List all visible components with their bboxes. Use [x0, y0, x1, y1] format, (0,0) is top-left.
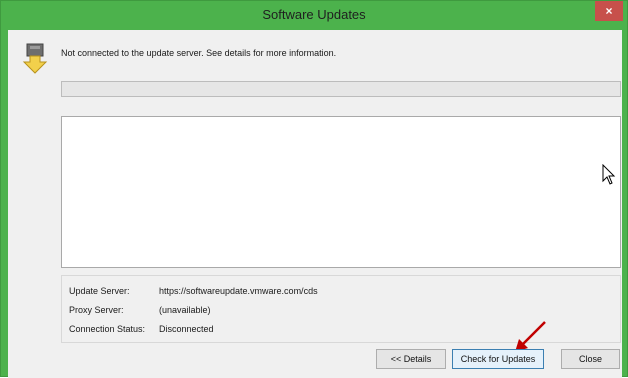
details-text-area[interactable]: [61, 116, 621, 268]
proxy-server-row: Proxy Server: (unavailable): [69, 305, 211, 315]
software-updates-window: Software Updates × Not connected to the …: [0, 0, 628, 378]
title-bar[interactable]: Software Updates ×: [1, 1, 627, 29]
mouse-cursor-icon: [602, 164, 616, 185]
proxy-server-label: Proxy Server:: [69, 305, 124, 315]
proxy-server-value: (unavailable): [159, 305, 211, 315]
progress-bar: [61, 81, 621, 97]
window-title: Software Updates: [262, 7, 366, 22]
update-server-value: https://softwareupdate.vmware.com/cds: [159, 286, 318, 296]
update-server-label: Update Server:: [69, 286, 130, 296]
connection-status-label: Connection Status:: [69, 324, 146, 334]
details-button[interactable]: << Details: [376, 349, 446, 369]
close-button[interactable]: Close: [561, 349, 620, 369]
check-for-updates-button[interactable]: Check for Updates: [452, 349, 544, 369]
connection-status-row: Connection Status: Disconnected: [69, 324, 214, 334]
download-package-icon: [22, 43, 48, 74]
update-server-row: Update Server: https://softwareupdate.vmw…: [69, 286, 318, 296]
status-message: Not connected to the update server. See …: [61, 48, 337, 58]
connection-status-value: Disconnected: [159, 324, 214, 334]
dialog-body: Not connected to the update server. See …: [8, 30, 622, 378]
window-close-button[interactable]: ×: [595, 1, 623, 21]
